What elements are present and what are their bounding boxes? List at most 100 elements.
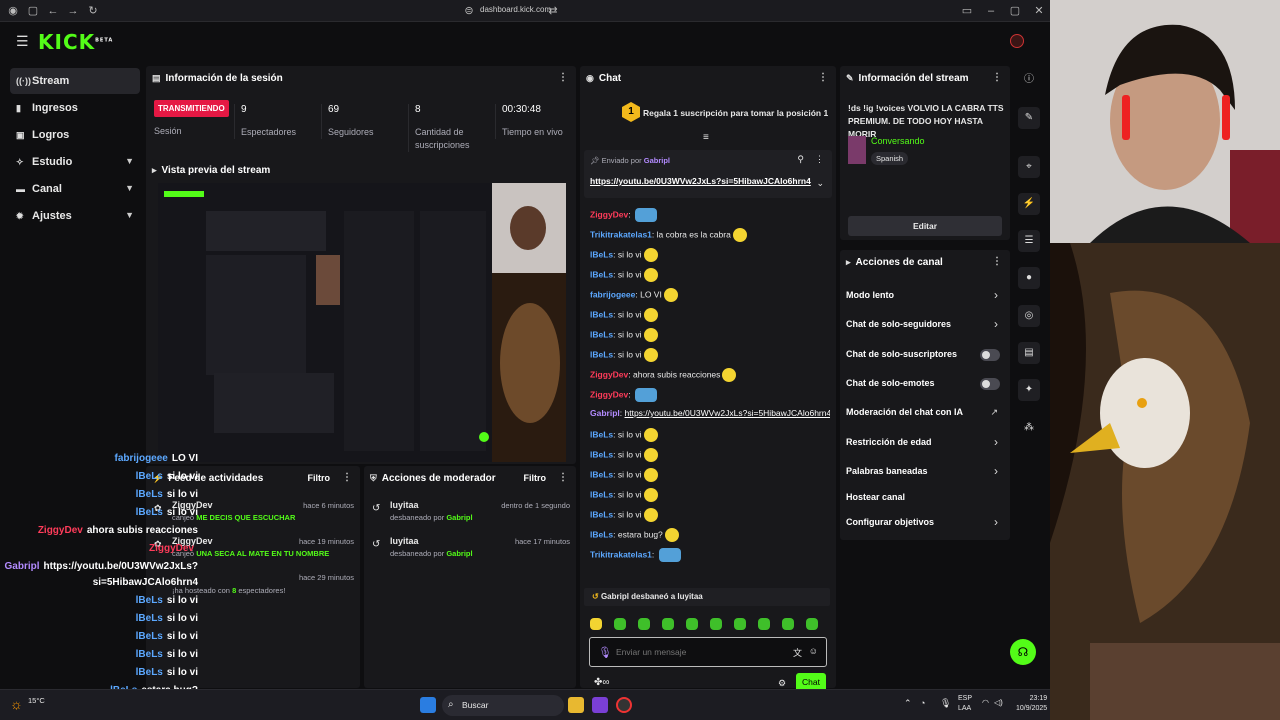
toggle-switch[interactable] — [980, 349, 1000, 361]
sidebar-item-ajustes[interactable]: ✹ Ajustes ▼ — [10, 203, 140, 229]
chat-username[interactable]: Trikitrakatelas1 — [590, 229, 652, 239]
chat-username[interactable]: lBeLs — [590, 349, 613, 359]
gift-leaderboard-text[interactable]: Regala 1 suscripción para tomar la posic… — [643, 108, 828, 118]
avatar[interactable] — [1010, 34, 1024, 48]
chat-username[interactable]: lBeLs — [590, 489, 613, 499]
chat-username[interactable]: lBeLs — [590, 509, 613, 519]
points-icon[interactable]: ✤∞ — [594, 677, 610, 688]
mod-action-user[interactable]: luyitaa — [390, 500, 419, 510]
more-options-icon[interactable]: ⋮ — [558, 72, 568, 83]
reload-icon[interactable]: ↻ — [86, 4, 100, 18]
chat-username[interactable]: lBeLs — [590, 469, 613, 479]
minimize-icon[interactable]: – — [984, 4, 998, 18]
chat-username[interactable]: lBeLs — [590, 249, 613, 259]
quick-emote-icon[interactable] — [686, 618, 698, 630]
channel-action-item[interactable]: Modo lento › — [840, 288, 1010, 306]
browser-app-icon[interactable] — [592, 697, 608, 713]
chat-username[interactable]: Gabripl — [590, 408, 620, 418]
quick-emote-icon[interactable] — [734, 618, 746, 630]
menu-icon[interactable]: ☰ — [16, 33, 29, 50]
quick-emote-icon[interactable] — [590, 618, 602, 630]
tools-icon[interactable]: ✦ — [1018, 379, 1040, 401]
layout-icon[interactable]: ▤ — [1018, 342, 1040, 364]
sidebar-item-ingresos[interactable]: ▮ Ingresos — [10, 95, 140, 121]
lightning-icon[interactable]: ⚡ — [1018, 193, 1040, 215]
channel-action-item[interactable]: Chat de solo-emotes — [840, 376, 1010, 394]
emoji-icon[interactable]: ☺ — [809, 646, 818, 656]
filter-lines-icon[interactable]: ≡ — [703, 132, 709, 143]
chat-username[interactable]: lBeLs — [590, 329, 613, 339]
quick-emote-icon[interactable] — [614, 618, 626, 630]
split-view-icon[interactable]: ▭ — [960, 4, 974, 18]
target-icon[interactable]: ⌖ — [1018, 156, 1040, 178]
category-link[interactable]: Conversando — [871, 136, 925, 146]
site-info-icon[interactable]: ⊜ — [462, 4, 476, 18]
chevron-up-icon[interactable]: ⌃ — [904, 698, 912, 709]
sidebar-item-stream[interactable]: ((·)) Stream — [10, 68, 140, 94]
kick-logo[interactable]: KICKBETA — [38, 30, 113, 54]
quick-emote-icon[interactable] — [806, 618, 818, 630]
mod-action-by[interactable]: Gabripl — [446, 549, 472, 558]
taskbar-search[interactable]: ⌕ Buscar — [442, 695, 564, 716]
address-bar-url[interactable]: dashboard.kick.com — [480, 5, 551, 14]
volume-icon[interactable]: ◁) — [994, 698, 1003, 707]
more-options-icon[interactable]: ⋮ — [992, 72, 1002, 83]
chat-bubble-icon[interactable]: ● — [1018, 267, 1040, 289]
maximize-icon[interactable]: ▢ — [1008, 4, 1022, 18]
filter-button[interactable]: Filtro — [308, 473, 331, 483]
broadcast-icon[interactable]: ◎ — [1018, 305, 1040, 327]
channel-action-item[interactable]: Palabras baneadas › — [840, 464, 1010, 482]
windows-start-icon[interactable] — [420, 697, 436, 713]
channel-action-item[interactable]: Hostear canal — [840, 490, 1010, 508]
more-options-icon[interactable]: ⋮ — [992, 256, 1002, 267]
edit-button[interactable]: Editar — [848, 216, 1002, 236]
gear-icon[interactable]: ⚙ — [778, 678, 786, 689]
wifi-icon[interactable]: ◠ — [982, 698, 989, 707]
chat-username[interactable]: lBeLs — [590, 309, 613, 319]
chevron-down-icon[interactable]: ⌄ — [816, 178, 824, 189]
file-explorer-icon[interactable] — [568, 697, 584, 713]
sidebar-toggle-icon[interactable]: ▢ — [26, 4, 40, 18]
channel-action-item[interactable]: Restricción de edad › — [840, 435, 1010, 453]
sidebar-item-canal[interactable]: ▬ Canal ▼ — [10, 176, 140, 202]
mod-action-user[interactable]: luyitaa — [390, 536, 419, 546]
chat-text[interactable]: https://youtu.be/0U3WVw2JxLs?si=5HibawJC… — [625, 408, 831, 418]
close-icon[interactable]: ✕ — [1032, 4, 1046, 18]
quick-emote-icon[interactable] — [638, 618, 650, 630]
quick-emote-icon[interactable] — [782, 618, 794, 630]
weather-temp[interactable]: 15°C — [28, 696, 45, 705]
channel-action-item[interactable]: Chat de solo-suscriptores — [840, 347, 1010, 365]
chat-input[interactable] — [616, 644, 776, 660]
weather-icon[interactable]: ☼ — [10, 696, 23, 712]
quick-emote-icon[interactable] — [662, 618, 674, 630]
chat-username[interactable]: lBeLs — [590, 429, 613, 439]
chat-username[interactable]: fabrijogeee — [590, 289, 635, 299]
chat-input-box[interactable]: 🎙︎ 文 ☺ — [589, 637, 827, 667]
unpin-icon[interactable]: ⚲ — [797, 154, 804, 165]
filter-button[interactable]: Filtro — [524, 473, 547, 483]
info-icon[interactable]: ⓘ — [1018, 69, 1040, 91]
browser-profile-icon[interactable]: ◉ — [6, 4, 20, 18]
more-options-icon[interactable]: ⋮ — [558, 472, 568, 483]
back-icon[interactable]: ← — [46, 4, 60, 18]
chat-username[interactable]: lBeLs — [590, 269, 613, 279]
quick-emote-icon[interactable] — [710, 618, 722, 630]
pencil-icon[interactable]: ✎ — [1018, 107, 1040, 129]
more-options-icon[interactable]: ⋮ — [818, 72, 828, 83]
translate-icon[interactable]: 文 — [793, 646, 802, 659]
stream-preview-video[interactable] — [158, 183, 566, 462]
pinned-user[interactable]: Gabripl — [644, 156, 670, 165]
mod-action-by[interactable]: Gabripl — [446, 513, 472, 522]
category-name[interactable]: Conversando — [871, 136, 925, 146]
more-options-icon[interactable]: ⋮ — [815, 154, 824, 165]
quick-emote-icon[interactable] — [758, 618, 770, 630]
channel-action-item[interactable]: Moderación del chat con IA ↗ — [840, 405, 1010, 423]
chat-username[interactable]: ZiggyDev — [590, 209, 628, 219]
toggle-switch[interactable] — [980, 378, 1000, 390]
share-icon[interactable]: ⁂ — [1018, 417, 1040, 439]
language-indicator[interactable]: ESP LAA — [958, 694, 972, 714]
tray-app-icon[interactable]: ◔ — [920, 698, 925, 708]
support-icon[interactable]: ☊ — [1010, 639, 1036, 665]
sidebar-item-estudio[interactable]: ✧ Estudio ▼ — [10, 149, 140, 175]
chat-username[interactable]: ZiggyDev — [590, 369, 628, 379]
